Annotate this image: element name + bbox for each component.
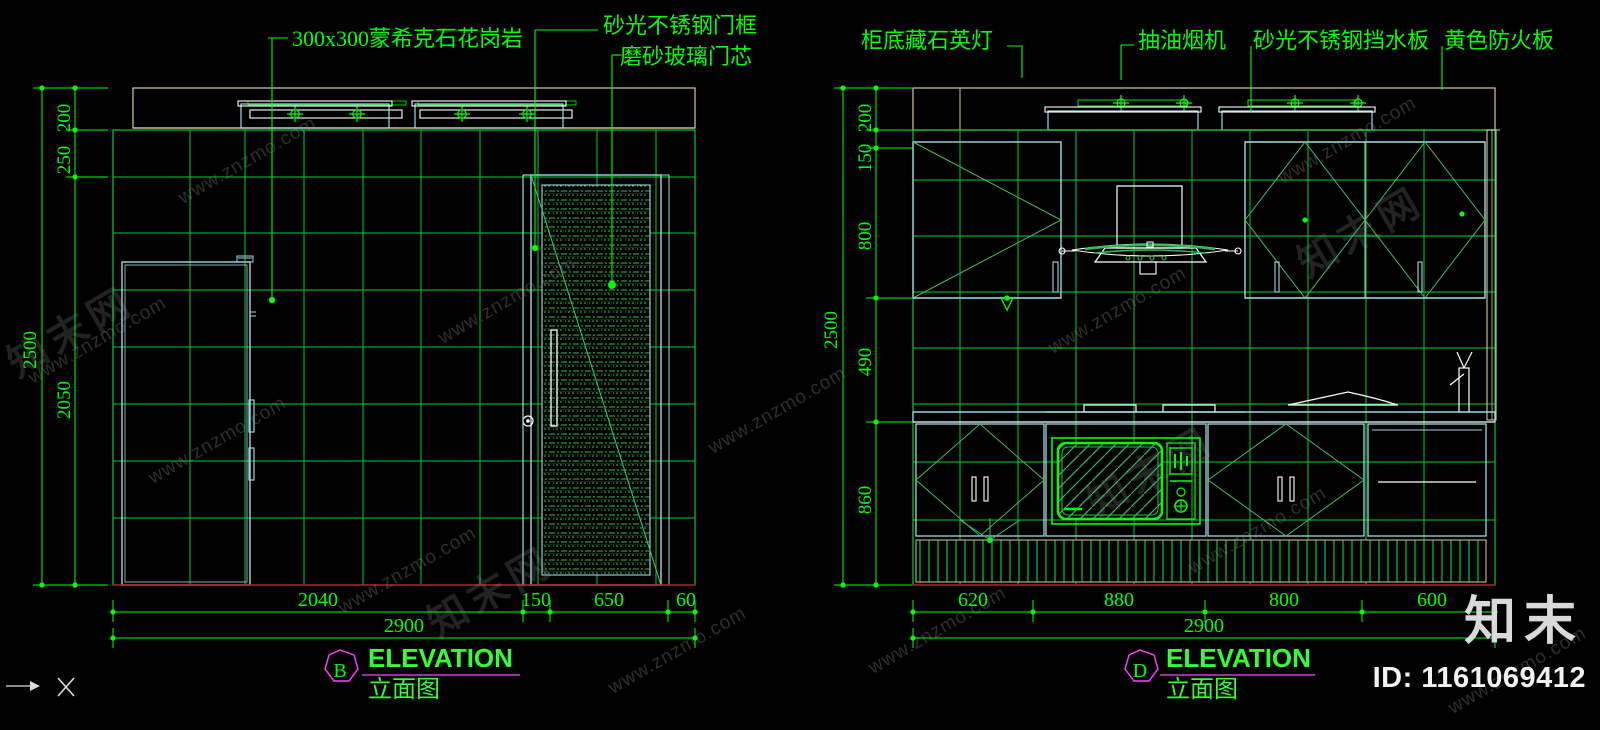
dim-left-h-150: 150 — [521, 589, 551, 611]
axis-marker — [6, 677, 75, 697]
elevation-title-cn-left: 立面图 — [368, 676, 440, 703]
skirting-converge-lines — [959, 518, 1021, 544]
drawing-id-label: ID: 1161069412 — [1372, 662, 1586, 694]
frosted-glass-door — [522, 174, 670, 586]
tiled-wall-right — [912, 129, 1496, 586]
dim-left-v-200: 200 — [54, 104, 75, 133]
elevation-tag-b: B — [333, 660, 346, 682]
elevation-title-cn-right: 立面图 — [1166, 676, 1238, 703]
ceiling-light-fixture-right-1 — [1077, 95, 1192, 111]
dim-right-h-800: 800 — [1269, 589, 1299, 611]
annotation-fireproof-board: 黄色防火板 — [1444, 28, 1554, 53]
dim-right-v-overall: 2500 — [821, 311, 842, 349]
cad-vector-layer: 300x300蒙希克石花岗岩 砂光不锈钢门框 磨砂玻璃门芯 柜底藏石英灯 抽油烟… — [6, 13, 1554, 703]
cad-drawing-canvas: 300x300蒙希克石花岗岩 砂光不锈钢门框 磨砂玻璃门芯 柜底藏石英灯 抽油烟… — [0, 0, 1600, 730]
base-cabinet-right — [1207, 423, 1365, 537]
wall-cabinet-left — [912, 141, 1063, 299]
dim-left-v-250: 250 — [54, 146, 75, 175]
open-shelf-unit — [1367, 423, 1487, 537]
base-cabinet-left — [915, 423, 1045, 537]
wall-cabinet-right — [1244, 141, 1486, 299]
ceiling-light-fixture-right-2 — [1247, 95, 1366, 111]
sink-basin — [1287, 391, 1399, 406]
left-elevation-drawing — [33, 29, 698, 682]
annotation-under-cabinet-light: 柜底藏石英灯 — [861, 28, 993, 53]
dim-right-h-620: 620 — [958, 589, 988, 611]
elevation-title-en-left: ELEVATION — [368, 643, 513, 673]
dim-left-v-2050: 2050 — [54, 381, 75, 419]
dim-right-v-490: 490 — [855, 348, 876, 377]
elevation-title-en-right: ELEVATION — [1166, 643, 1311, 673]
ceiling-drop-box-right-2 — [1218, 106, 1376, 131]
elevation-tag-d: D — [1133, 660, 1147, 682]
annotation-door-glass: 磨砂玻璃门芯 — [620, 44, 752, 69]
ceiling-drop-box-right-1 — [1044, 106, 1202, 131]
dim-right-v-860: 860 — [855, 486, 876, 515]
dim-left-v-overall: 2500 — [20, 331, 41, 369]
tall-refrigerator-unit — [121, 255, 256, 586]
dim-right-v-800: 800 — [855, 222, 876, 251]
site-logo: 知末 — [1463, 593, 1584, 651]
dim-right-v-200: 200 — [855, 104, 876, 133]
annotation-backsplash: 砂光不锈钢挡水板 — [1253, 28, 1429, 53]
dim-right-h-overall: 2900 — [1184, 615, 1224, 637]
annotation-leaders-right — [1007, 44, 1443, 112]
dim-left-h-2040: 2040 — [298, 589, 338, 611]
dim-left-h-650: 650 — [594, 589, 624, 611]
ceiling-soffit-right — [905, 87, 1500, 131]
toe-kick-hatch — [915, 539, 1487, 583]
right-elevation-drawing — [834, 44, 1500, 682]
dim-right-h-600: 600 — [1417, 589, 1447, 611]
dim-left-h-overall: 2900 — [384, 615, 424, 637]
countertop — [912, 411, 1496, 423]
dim-right-v-150: 150 — [855, 144, 876, 173]
microwave-control-panel — [1166, 442, 1196, 520]
ceiling-soffit — [113, 87, 696, 131]
built-in-microwave — [1045, 423, 1207, 537]
range-hood — [1058, 185, 1242, 275]
annotation-wall-tile: 300x300蒙希克石花岗岩 — [292, 26, 523, 51]
microwave-door-glass — [1056, 441, 1164, 521]
sink-faucet — [1449, 351, 1473, 413]
dim-right-h-880: 880 — [1104, 589, 1134, 611]
dim-left-h-60: 60 — [676, 589, 696, 611]
annotation-door-frame: 砂光不锈钢门框 — [603, 13, 757, 38]
annotation-range-hood: 抽油烟机 — [1138, 28, 1226, 53]
